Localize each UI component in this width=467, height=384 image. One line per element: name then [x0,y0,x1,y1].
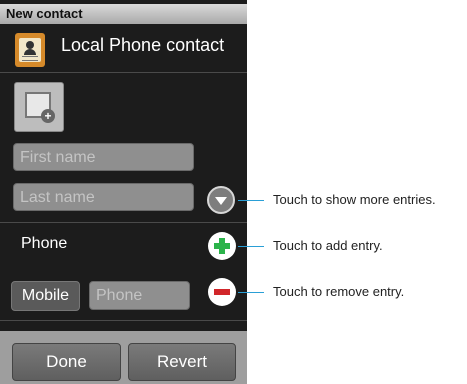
add-entry-button[interactable] [208,232,236,260]
divider [0,320,247,321]
callout-remove: Touch to remove entry. [273,284,405,299]
divider [0,222,247,223]
callout-more: Touch to show more entries. [273,192,436,207]
done-button[interactable]: Done [12,343,121,381]
contact-card-icon [15,33,45,67]
callout-line-more [238,200,264,201]
bottom-action-bar: Done Revert [0,331,247,384]
phone-screen: New contact Local Phone contact + First … [0,0,247,384]
last-name-field[interactable]: Last name [13,183,194,211]
callout-add: Touch to add entry. [273,238,383,253]
revert-button[interactable]: Revert [128,343,236,381]
page-title: New contact [6,6,83,21]
expand-down-icon [215,197,227,205]
remove-entry-button[interactable] [208,278,236,306]
callout-line-add [238,246,264,247]
add-photo-button[interactable]: + [14,82,64,132]
account-label: Local Phone contact [61,35,225,55]
show-more-button[interactable] [207,186,235,214]
phone-section-label: Phone [21,235,68,252]
add-photo-icon: + [41,109,55,123]
phone-number-field[interactable]: Phone [89,281,190,310]
phone-type-button[interactable]: Mobile [11,281,80,311]
first-name-field[interactable]: First name [13,143,194,171]
minus-icon [214,289,230,295]
title-bar: New contact [0,4,247,24]
account-row: Local Phone contact [0,24,247,73]
callout-line-remove [238,292,264,293]
